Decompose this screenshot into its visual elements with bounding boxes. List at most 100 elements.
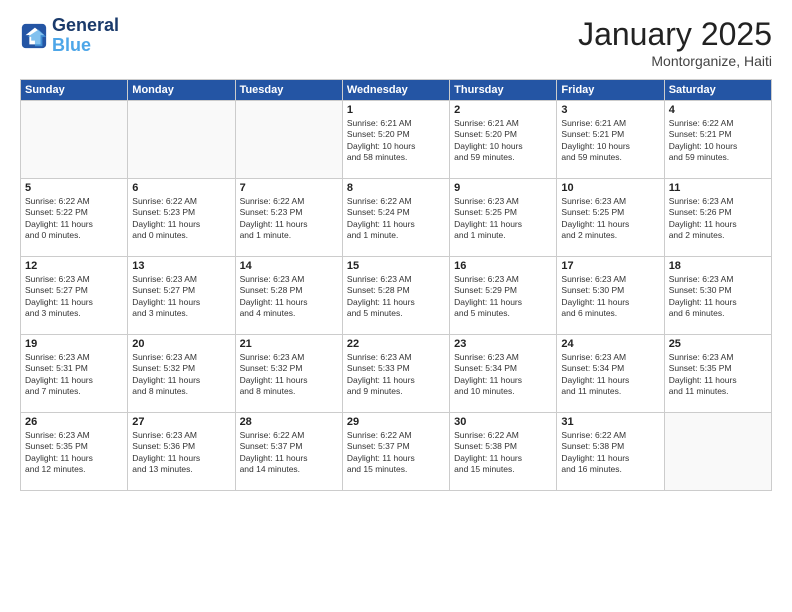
day-info: Sunrise: 6:23 AM Sunset: 5:26 PM Dayligh… bbox=[669, 196, 767, 242]
day-info: Sunrise: 6:23 AM Sunset: 5:30 PM Dayligh… bbox=[669, 274, 767, 320]
logo-text: GeneralBlue bbox=[52, 16, 119, 56]
day-info: Sunrise: 6:23 AM Sunset: 5:35 PM Dayligh… bbox=[25, 430, 123, 476]
day-number: 24 bbox=[561, 338, 659, 350]
table-row: 8 Sunrise: 6:22 AM Sunset: 5:24 PM Daylig… bbox=[342, 179, 449, 257]
title-block: January 2025 Montorganize, Haiti bbox=[578, 16, 772, 69]
table-row: 4 Sunrise: 6:22 AM Sunset: 5:21 PM Daylig… bbox=[664, 101, 771, 179]
table-row: 16Sunrise: 6:23 AM Sunset: 5:29 PM Dayli… bbox=[450, 257, 557, 335]
day-info: Sunrise: 6:23 AM Sunset: 5:31 PM Dayligh… bbox=[25, 352, 123, 398]
table-row: 29 Sunrise: 6:22 AM Sunset: 5:37 PM Dayli… bbox=[342, 413, 449, 491]
day-number: 14 bbox=[240, 260, 338, 272]
day-info: Sunrise: 6:23 AM Sunset: 5:34 PM Dayligh… bbox=[561, 352, 659, 398]
day-info: Sunrise: 6:22 AM Sunset: 5:23 PM Dayligh… bbox=[132, 196, 230, 242]
table-row: 15Sunrise: 6:23 AM Sunset: 5:28 PM Dayli… bbox=[342, 257, 449, 335]
table-row: 20 Sunrise: 6:23 AM Sunset: 5:32 PM Dayli… bbox=[128, 335, 235, 413]
table-row: 14 Sunrise: 6:23 AM Sunset: 5:28 PM Dayli… bbox=[235, 257, 342, 335]
logo: GeneralBlue bbox=[20, 16, 119, 56]
day-info: Sunrise: 6:22 AM Sunset: 5:38 PM Dayligh… bbox=[454, 430, 552, 476]
day-info: Sunrise: 6:22 AM Sunset: 5:21 PM Dayligh… bbox=[669, 118, 767, 164]
day-info: Sunrise: 6:22 AM Sunset: 5:22 PM Dayligh… bbox=[25, 196, 123, 242]
day-number: 12 bbox=[25, 260, 123, 272]
calendar-week-row: 26 Sunrise: 6:23 AM Sunset: 5:35 PM Dayli… bbox=[21, 413, 772, 491]
day-number: 31 bbox=[561, 416, 659, 428]
day-info: Sunrise: 6:23 AM Sunset: 5:27 PM Dayligh… bbox=[25, 274, 123, 320]
day-info: Sunrise: 6:23 AM Sunset: 5:28 PM Dayligh… bbox=[347, 274, 445, 320]
day-info: Sunrise: 6:23 AM Sunset: 5:33 PM Dayligh… bbox=[347, 352, 445, 398]
table-row: 31 Sunrise: 6:22 AM Sunset: 5:38 PM Dayli… bbox=[557, 413, 664, 491]
table-row: 6Sunrise: 6:22 AM Sunset: 5:23 PM Daylig… bbox=[128, 179, 235, 257]
table-row: 2Sunrise: 6:21 AM Sunset: 5:20 PM Daylig… bbox=[450, 101, 557, 179]
table-row: 11 Sunrise: 6:23 AM Sunset: 5:26 PM Dayli… bbox=[664, 179, 771, 257]
day-number: 5 bbox=[25, 182, 123, 194]
day-info: Sunrise: 6:23 AM Sunset: 5:28 PM Dayligh… bbox=[240, 274, 338, 320]
calendar-week-row: 12 Sunrise: 6:23 AM Sunset: 5:27 PM Dayli… bbox=[21, 257, 772, 335]
day-number: 27 bbox=[132, 416, 230, 428]
month-title: January 2025 bbox=[578, 16, 772, 53]
day-number: 9 bbox=[454, 182, 552, 194]
header-wednesday: Wednesday bbox=[342, 80, 449, 101]
day-number: 1 bbox=[347, 104, 445, 116]
table-row: 21 Sunrise: 6:23 AM Sunset: 5:32 PM Dayli… bbox=[235, 335, 342, 413]
day-number: 23 bbox=[454, 338, 552, 350]
table-row: 5 Sunrise: 6:22 AM Sunset: 5:22 PM Daylig… bbox=[21, 179, 128, 257]
calendar-week-row: 19Sunrise: 6:23 AM Sunset: 5:31 PM Dayli… bbox=[21, 335, 772, 413]
weekday-header-row: Sunday Monday Tuesday Wednesday Thursday… bbox=[21, 80, 772, 101]
table-row bbox=[235, 101, 342, 179]
day-info: Sunrise: 6:23 AM Sunset: 5:30 PM Dayligh… bbox=[561, 274, 659, 320]
table-row: 10 Sunrise: 6:23 AM Sunset: 5:25 PM Dayli… bbox=[557, 179, 664, 257]
day-info: Sunrise: 6:21 AM Sunset: 5:20 PM Dayligh… bbox=[454, 118, 552, 164]
day-number: 29 bbox=[347, 416, 445, 428]
day-info: Sunrise: 6:22 AM Sunset: 5:37 PM Dayligh… bbox=[347, 430, 445, 476]
day-number: 16 bbox=[454, 260, 552, 272]
day-number: 3 bbox=[561, 104, 659, 116]
header: GeneralBlue January 2025 Montorganize, H… bbox=[20, 16, 772, 69]
page: GeneralBlue January 2025 Montorganize, H… bbox=[0, 0, 792, 612]
day-number: 8 bbox=[347, 182, 445, 194]
day-number: 10 bbox=[561, 182, 659, 194]
table-row: 24 Sunrise: 6:23 AM Sunset: 5:34 PM Dayli… bbox=[557, 335, 664, 413]
table-row bbox=[21, 101, 128, 179]
day-info: Sunrise: 6:23 AM Sunset: 5:36 PM Dayligh… bbox=[132, 430, 230, 476]
day-number: 26 bbox=[25, 416, 123, 428]
calendar-week-row: 5 Sunrise: 6:22 AM Sunset: 5:22 PM Daylig… bbox=[21, 179, 772, 257]
day-number: 25 bbox=[669, 338, 767, 350]
day-info: Sunrise: 6:23 AM Sunset: 5:32 PM Dayligh… bbox=[240, 352, 338, 398]
day-number: 30 bbox=[454, 416, 552, 428]
header-tuesday: Tuesday bbox=[235, 80, 342, 101]
day-number: 22 bbox=[347, 338, 445, 350]
day-info: Sunrise: 6:22 AM Sunset: 5:24 PM Dayligh… bbox=[347, 196, 445, 242]
day-info: Sunrise: 6:22 AM Sunset: 5:37 PM Dayligh… bbox=[240, 430, 338, 476]
day-number: 4 bbox=[669, 104, 767, 116]
day-info: Sunrise: 6:23 AM Sunset: 5:32 PM Dayligh… bbox=[132, 352, 230, 398]
day-info: Sunrise: 6:21 AM Sunset: 5:21 PM Dayligh… bbox=[561, 118, 659, 164]
day-info: Sunrise: 6:23 AM Sunset: 5:35 PM Dayligh… bbox=[669, 352, 767, 398]
table-row: 7Sunrise: 6:22 AM Sunset: 5:23 PM Daylig… bbox=[235, 179, 342, 257]
table-row: 19Sunrise: 6:23 AM Sunset: 5:31 PM Dayli… bbox=[21, 335, 128, 413]
table-row: 27 Sunrise: 6:23 AM Sunset: 5:36 PM Dayli… bbox=[128, 413, 235, 491]
day-info: Sunrise: 6:22 AM Sunset: 5:38 PM Dayligh… bbox=[561, 430, 659, 476]
location-subtitle: Montorganize, Haiti bbox=[578, 53, 772, 69]
day-number: 17 bbox=[561, 260, 659, 272]
day-number: 11 bbox=[669, 182, 767, 194]
day-number: 28 bbox=[240, 416, 338, 428]
header-thursday: Thursday bbox=[450, 80, 557, 101]
logo-icon bbox=[20, 22, 48, 50]
day-number: 7 bbox=[240, 182, 338, 194]
day-info: Sunrise: 6:23 AM Sunset: 5:27 PM Dayligh… bbox=[132, 274, 230, 320]
day-number: 13 bbox=[132, 260, 230, 272]
header-sunday: Sunday bbox=[21, 80, 128, 101]
day-number: 21 bbox=[240, 338, 338, 350]
day-number: 20 bbox=[132, 338, 230, 350]
table-row: 12 Sunrise: 6:23 AM Sunset: 5:27 PM Dayli… bbox=[21, 257, 128, 335]
day-number: 18 bbox=[669, 260, 767, 272]
day-info: Sunrise: 6:23 AM Sunset: 5:25 PM Dayligh… bbox=[561, 196, 659, 242]
table-row: 9Sunrise: 6:23 AM Sunset: 5:25 PM Daylig… bbox=[450, 179, 557, 257]
table-row: 13 Sunrise: 6:23 AM Sunset: 5:27 PM Dayli… bbox=[128, 257, 235, 335]
calendar-week-row: 1 Sunrise: 6:21 AM Sunset: 5:20 PM Daylig… bbox=[21, 101, 772, 179]
table-row: 18 Sunrise: 6:23 AM Sunset: 5:30 PM Dayli… bbox=[664, 257, 771, 335]
header-friday: Friday bbox=[557, 80, 664, 101]
table-row: 1Sunrise: 6:21 AM Sunset: 5:20 PM Daylig… bbox=[342, 101, 449, 179]
header-monday: Monday bbox=[128, 80, 235, 101]
table-row: 22 Sunrise: 6:23 AM Sunset: 5:33 PM Dayli… bbox=[342, 335, 449, 413]
table-row: 23Sunrise: 6:23 AM Sunset: 5:34 PM Dayli… bbox=[450, 335, 557, 413]
